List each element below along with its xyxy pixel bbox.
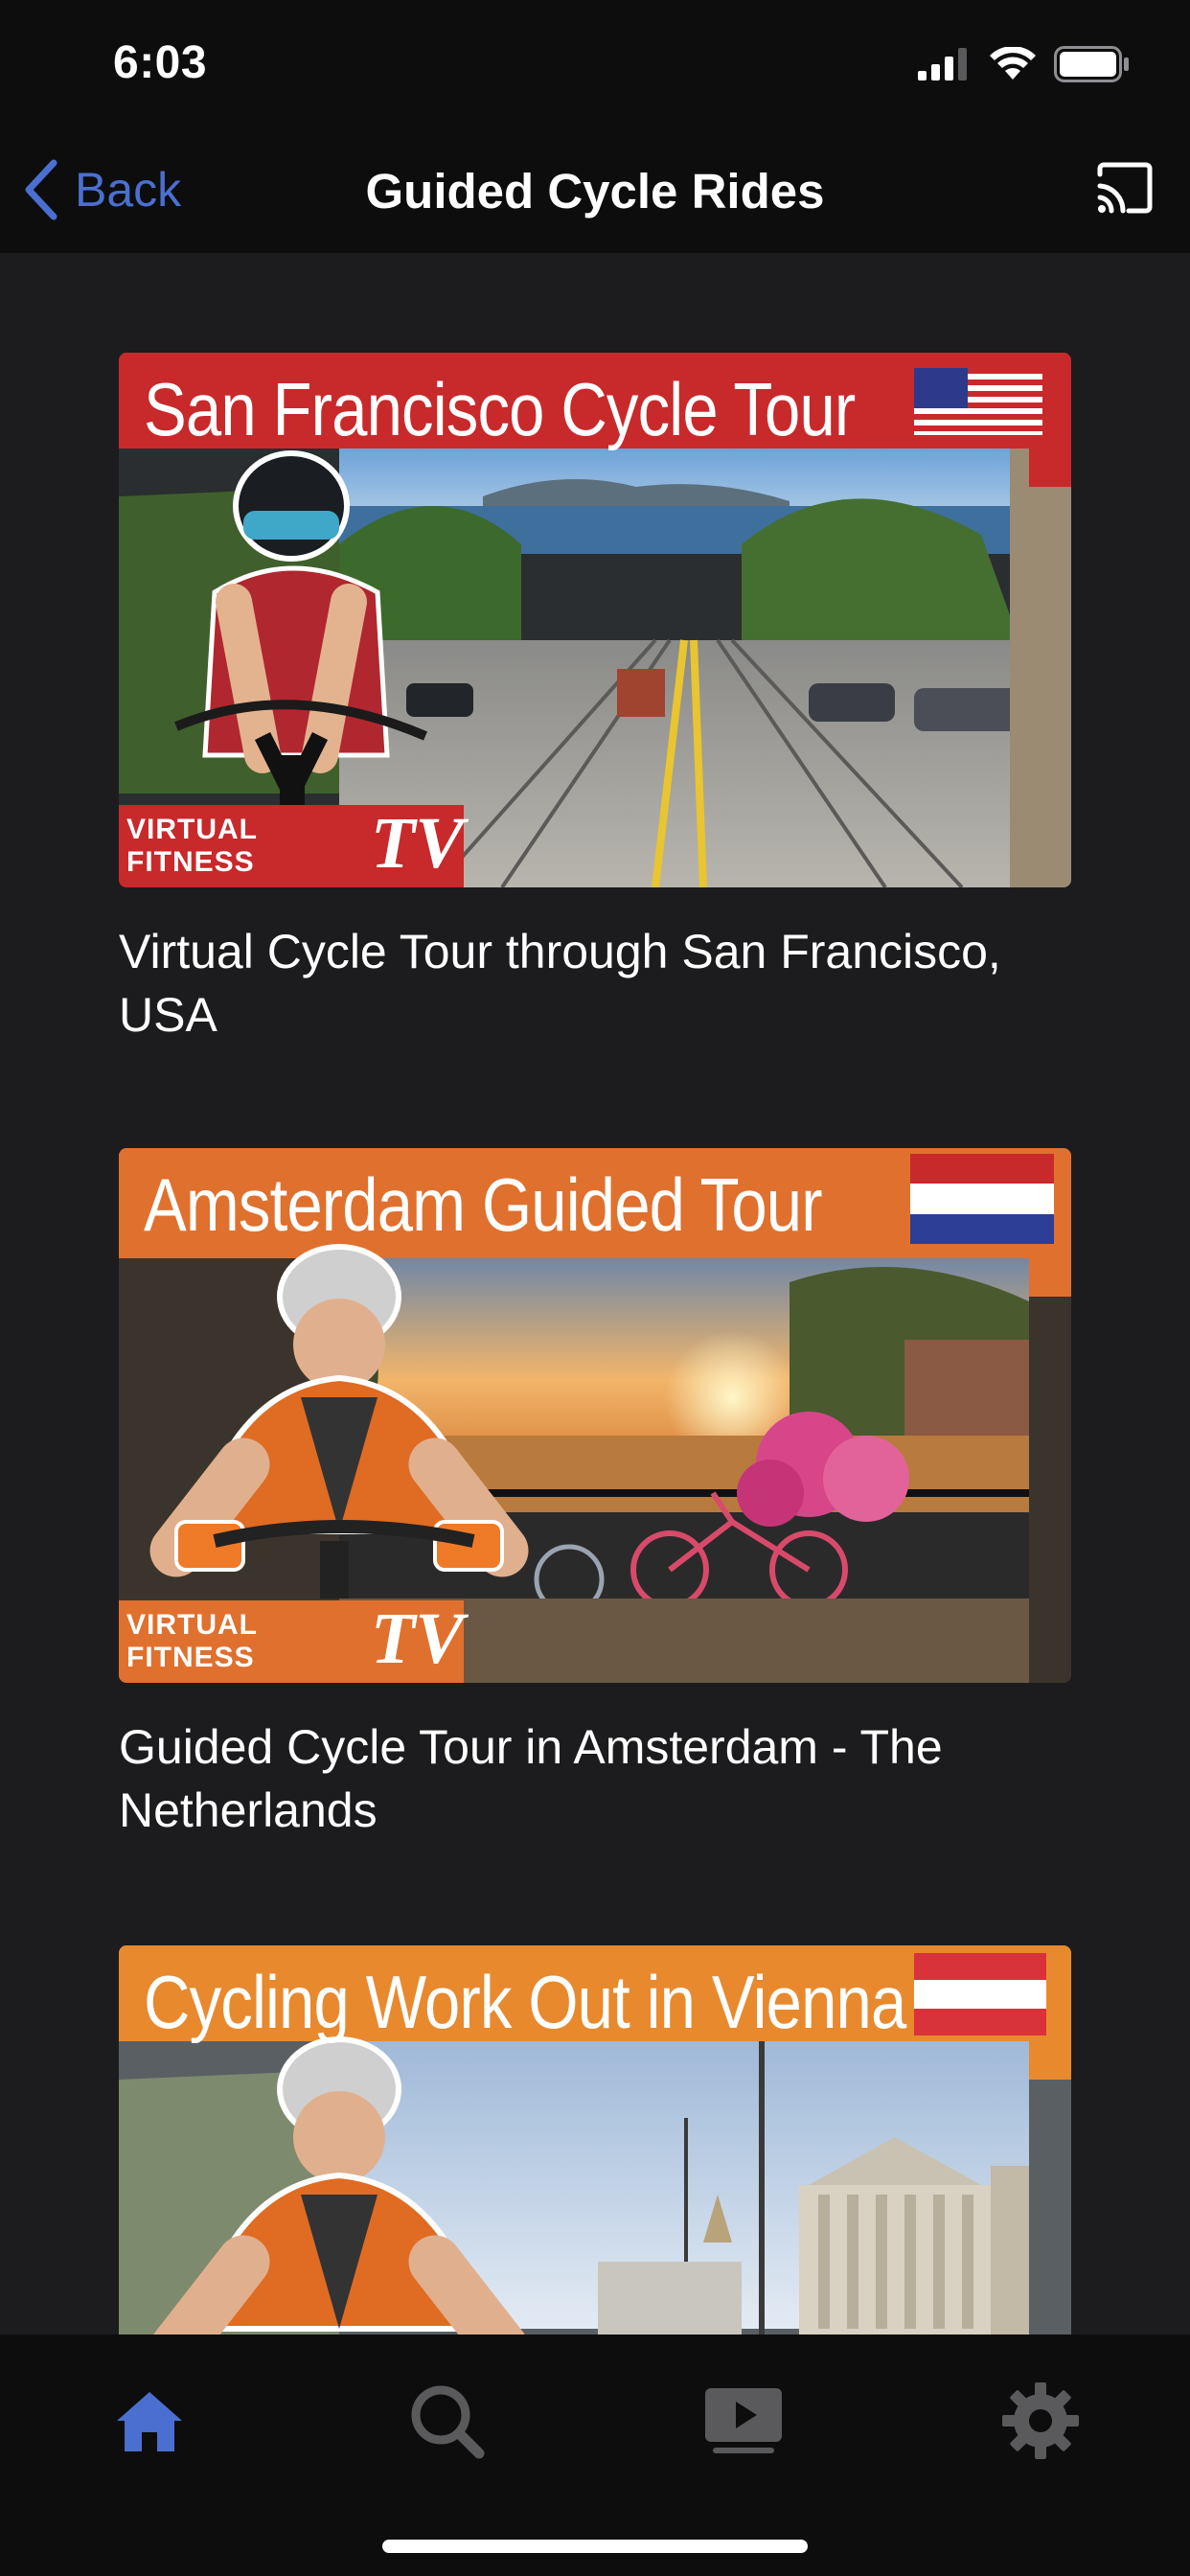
video-library-icon	[705, 2388, 782, 2453]
status-bar: 6:03	[0, 0, 1190, 126]
status-time: 6:03	[113, 37, 208, 88]
home-icon	[117, 2392, 182, 2451]
cellular-signal-icon	[918, 48, 967, 80]
virtual-fitness-tv-logo: VIRTUAL FITNESS TV	[119, 1600, 464, 1683]
brand-badge-text: VIRTUAL FITNESS	[126, 814, 258, 878]
cast-icon	[1097, 162, 1153, 214]
battery-icon	[1054, 46, 1129, 82]
cast-button[interactable]	[1094, 159, 1156, 220]
navigation-bar: Back Guided Cycle Rides	[0, 126, 1190, 253]
thumbnail-title: Cycling Work Out in Vienna	[144, 1960, 906, 2044]
brand-badge-text: VIRTUAL FITNESS	[126, 1609, 258, 1673]
rides-list: San Francisco Cycle Tour VIRTUAL FITNESS…	[0, 253, 1190, 2334]
ride-card-san-francisco[interactable]: San Francisco Cycle Tour VIRTUAL FITNESS…	[119, 353, 1071, 1046]
netherlands-flag-icon	[910, 1154, 1054, 1244]
usa-flag-icon	[914, 368, 1042, 441]
ride-thumbnail[interactable]: Cycling Work Out in Vienna	[119, 1945, 1071, 2334]
tab-settings[interactable]	[993, 2373, 1088, 2469]
tab-home[interactable]	[102, 2373, 197, 2469]
austria-flag-icon	[914, 1953, 1046, 2036]
status-icons	[918, 46, 1131, 82]
virtual-fitness-tv-logo: VIRTUAL FITNESS TV	[119, 805, 464, 887]
ride-description: Virtual Cycle Tour through San Francisco…	[119, 925, 1001, 1042]
page-title: Guided Cycle Rides	[365, 164, 825, 218]
tab-search[interactable]	[399, 2373, 494, 2469]
thumbnail-title: Amsterdam Guided Tour	[144, 1162, 823, 1247]
ride-thumbnail[interactable]: San Francisco Cycle Tour VIRTUAL FITNESS…	[119, 353, 1071, 887]
thumbnail-title: San Francisco Cycle Tour	[144, 367, 856, 451]
tab-bar	[0, 2334, 1190, 2576]
tab-videos[interactable]	[696, 2373, 791, 2469]
ride-card-amsterdam[interactable]: Amsterdam Guided Tour VIRTUAL FITNESS TV…	[119, 1148, 1071, 1842]
brand-badge-tv: TV	[370, 803, 464, 884]
settings-gear-icon	[1002, 2382, 1079, 2459]
home-indicator[interactable]	[382, 2540, 808, 2553]
search-icon	[411, 2385, 485, 2459]
ride-card-vienna[interactable]: Cycling Work Out in Vienna	[119, 1945, 1071, 2334]
wifi-icon	[990, 47, 1036, 80]
brand-badge-tv: TV	[370, 1598, 464, 1679]
ride-description: Guided Cycle Tour in Amsterdam - The Net…	[119, 1720, 943, 1837]
ride-thumbnail[interactable]: Amsterdam Guided Tour VIRTUAL FITNESS TV	[119, 1148, 1071, 1683]
